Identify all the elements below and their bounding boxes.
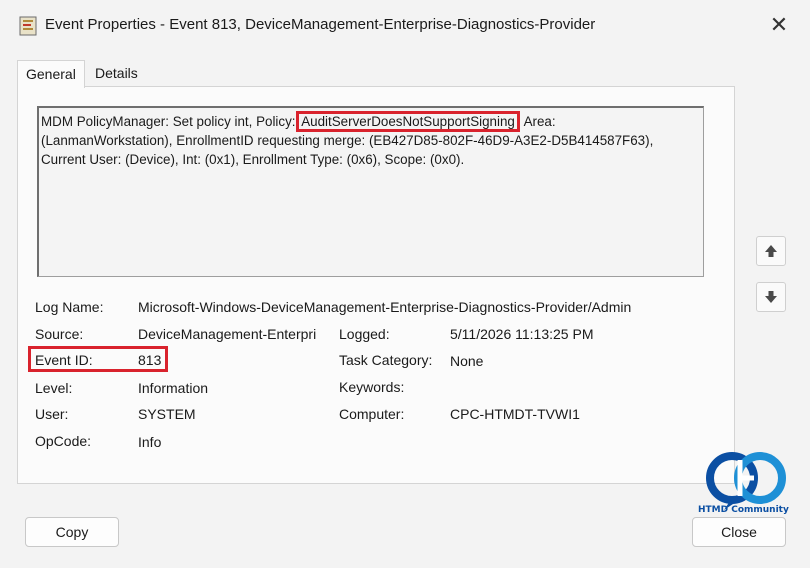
next-event-button[interactable] (756, 282, 786, 312)
log-name-value[interactable]: Microsoft-Windows-DeviceManagement-Enter… (138, 299, 631, 315)
computer-value[interactable]: CPC-HTMDT-TVWI1 (450, 406, 580, 422)
user-label: User: (35, 406, 69, 422)
description-before: MDM PolicyManager: Set policy int, Polic… (41, 114, 300, 129)
computer-label: Computer: (339, 406, 405, 422)
close-icon[interactable]: ✕ (764, 10, 794, 40)
logged-value[interactable]: 5/11/2026 11:13:25 PM (450, 326, 593, 342)
title-bar: Event Properties - Event 813, DeviceMana… (0, 0, 810, 54)
arrow-up-icon (765, 245, 777, 257)
keywords-label: Keywords: (339, 379, 405, 395)
description-text: MDM PolicyManager: Set policy int, Polic… (41, 111, 681, 169)
opcode-label: OpCode: (35, 433, 92, 449)
highlighted-policy: AuditServerDoesNotSupportSigning (296, 111, 520, 132)
event-id-label: Event ID: (35, 352, 93, 368)
event-viewer-icon (19, 16, 37, 36)
copy-button[interactable]: Copy (25, 517, 119, 547)
tab-details[interactable]: Details (87, 60, 146, 86)
source-value[interactable]: DeviceManagement-Enterpri (138, 326, 316, 342)
logo-caption: HTMD Community (698, 505, 789, 515)
task-category-label: Task Category: (339, 352, 433, 368)
log-name-label: Log Name: (35, 299, 104, 315)
close-button[interactable]: Close (692, 517, 786, 547)
arrow-down-icon (765, 291, 777, 303)
previous-event-button[interactable] (756, 236, 786, 266)
window-title: Event Properties - Event 813, DeviceMana… (45, 16, 596, 33)
opcode-value[interactable]: Info (138, 434, 161, 450)
level-label: Level: (35, 380, 73, 396)
level-value[interactable]: Information (138, 380, 208, 396)
tab-general[interactable]: General (17, 60, 85, 88)
event-id-value[interactable]: 813 (138, 352, 161, 368)
task-category-value[interactable]: None (450, 353, 483, 369)
logged-label: Logged: (339, 326, 390, 342)
source-label: Source: (35, 326, 84, 342)
user-value[interactable]: SYSTEM (138, 406, 196, 422)
